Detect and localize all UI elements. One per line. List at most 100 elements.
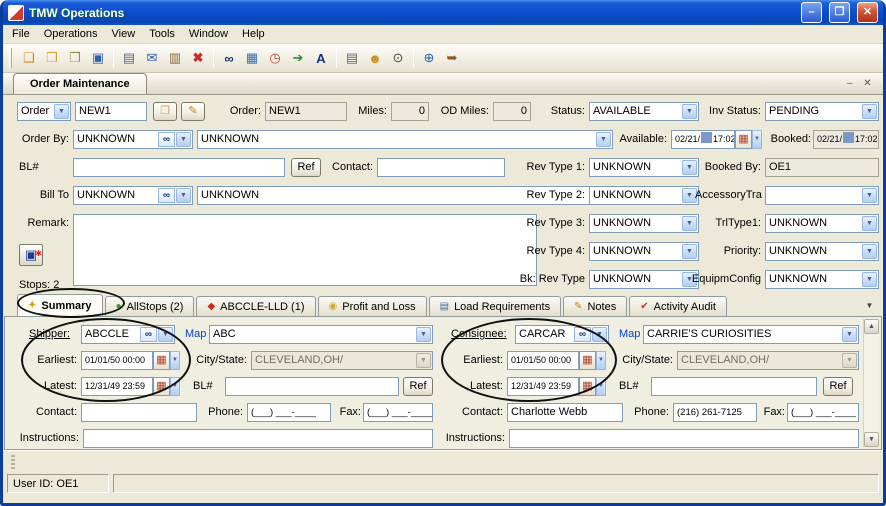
remark-warning-icon[interactable] (19, 244, 43, 266)
consignee-phone-input[interactable]: (216) 261-7125 (673, 403, 757, 422)
combo-arrow-icon[interactable] (862, 104, 877, 119)
combo-arrow-icon[interactable] (158, 327, 173, 342)
date-dropdown-icon[interactable] (170, 351, 180, 370)
bl-number-input[interactable] (73, 158, 285, 177)
font-icon[interactable]: A (310, 47, 332, 69)
tab-activity-audit[interactable]: Activity Audit (629, 296, 727, 316)
consignee-earliest-field[interactable]: 01/01/50 00:00 (507, 351, 579, 370)
combo-arrow-icon[interactable] (596, 132, 611, 147)
rev-type-3-select[interactable]: UNKNOWN (589, 214, 699, 233)
exit-icon[interactable]: ➥ (441, 47, 463, 69)
priority-select[interactable]: UNKNOWN (765, 242, 879, 261)
consignee-contact-input[interactable]: Charlotte Webb (507, 403, 623, 422)
bl-ref-button[interactable]: Ref (291, 158, 321, 177)
consignee-latest-field[interactable]: 12/31/49 23:59 (507, 377, 579, 396)
trl-type-1-select[interactable]: UNKNOWN (765, 214, 879, 233)
tab-load-requirements[interactable]: Load Requirements (429, 296, 561, 316)
consignee-fax-input[interactable]: (___) ___-____ (787, 403, 859, 422)
tab-order-maintenance[interactable]: Order Maintenance (13, 73, 147, 94)
combo-arrow-icon[interactable] (862, 272, 877, 287)
open-order-icon[interactable]: ❒ (41, 47, 63, 69)
shipper-map-label[interactable]: Map (185, 328, 211, 341)
shipper-contact-input[interactable] (81, 403, 197, 422)
available-date-field[interactable]: 02/21/17:02 (671, 130, 735, 149)
calendar-icon[interactable]: ▦ (241, 47, 263, 69)
printer-icon[interactable]: ▤ (341, 47, 363, 69)
rev-type-1-select[interactable]: UNKNOWN (589, 158, 699, 177)
date-dropdown-icon[interactable] (752, 130, 762, 149)
menu-window[interactable]: Window (182, 26, 235, 42)
combo-arrow-icon[interactable] (416, 327, 431, 342)
menu-help[interactable]: Help (235, 26, 272, 42)
consignee-label[interactable]: Consignee: (451, 328, 511, 341)
minimize-button[interactable] (801, 2, 822, 23)
driver-icon[interactable]: ☻ (364, 47, 386, 69)
inv-status-select[interactable]: PENDING (765, 102, 879, 121)
maximize-button[interactable] (829, 2, 850, 23)
combo-arrow-icon[interactable] (176, 132, 191, 147)
combo-arrow-icon[interactable] (862, 216, 877, 231)
find-icon[interactable]: ∞ (218, 47, 240, 69)
calendar-picker-icon[interactable] (579, 351, 596, 370)
date-dropdown-icon[interactable] (596, 351, 606, 370)
menu-file[interactable]: File (5, 26, 37, 42)
web-icon[interactable]: ⊕ (418, 47, 440, 69)
shipper-bl-input[interactable] (225, 377, 399, 396)
status-select[interactable]: AVAILABLE (589, 102, 699, 121)
shipper-phone-input[interactable]: (___) ___-____ (247, 403, 331, 422)
shipper-code-field[interactable]: ABCCLE (81, 325, 175, 344)
order-by-name-select[interactable]: UNKNOWN (197, 130, 613, 149)
order-edit-button[interactable]: ✎ (181, 102, 205, 121)
consignee-code-field[interactable]: CARCAR (515, 325, 609, 344)
copy-order-icon[interactable]: ❐ (64, 47, 86, 69)
order-number-input[interactable]: NEW1 (75, 102, 147, 121)
combo-arrow-icon[interactable] (862, 244, 877, 259)
consignee-instructions-input[interactable] (509, 429, 859, 448)
binoculars-icon[interactable] (140, 327, 157, 342)
combo-arrow-icon[interactable] (862, 188, 877, 203)
combo-arrow-icon[interactable] (842, 327, 857, 342)
dock-grip[interactable] (11, 455, 15, 469)
rev-type-4-select[interactable]: UNKNOWN (589, 242, 699, 261)
tab-overflow-button[interactable] (862, 299, 877, 313)
consignee-ref-button[interactable]: Ref (823, 377, 853, 396)
binoculars-icon[interactable] (158, 132, 175, 147)
zoom-icon[interactable]: ⊙ (387, 47, 409, 69)
delete-order-icon[interactable]: ✖ (187, 47, 209, 69)
date-dropdown-icon[interactable] (170, 377, 180, 396)
calendar-picker-icon[interactable] (153, 351, 170, 370)
rev-type-2-select[interactable]: UNKNOWN (589, 186, 699, 205)
tab-summary[interactable]: Summary (17, 294, 103, 316)
accessory-select[interactable] (765, 186, 879, 205)
shipper-label[interactable]: Shipper: (29, 328, 77, 341)
combo-arrow-icon[interactable] (54, 104, 69, 119)
combo-arrow-icon[interactable] (682, 104, 697, 119)
calendar-picker-icon[interactable] (579, 377, 596, 396)
shipper-instructions-input[interactable] (83, 429, 433, 448)
date-dropdown-icon[interactable] (596, 377, 606, 396)
panel-minimize-icon[interactable] (842, 77, 857, 92)
shipper-earliest-field[interactable]: 01/01/50 00:00 (81, 351, 153, 370)
tab-abccle-lld[interactable]: ABCCLE-LLD (1) (196, 296, 315, 316)
menu-view[interactable]: View (105, 26, 143, 42)
consignee-map-select[interactable]: CARRIE'S CURIOSITIES (643, 325, 859, 344)
remark-textarea[interactable] (73, 214, 537, 286)
scroll-down-icon[interactable] (864, 432, 879, 447)
order-detail-button[interactable]: ❒ (153, 102, 177, 121)
consignee-map-label[interactable]: Map (619, 328, 645, 341)
scroll-up-icon[interactable] (864, 319, 879, 334)
save-order-icon[interactable]: ▣ (87, 47, 109, 69)
shipper-fax-input[interactable]: (___) ___-____ (363, 403, 433, 422)
binoculars-icon[interactable] (158, 188, 175, 203)
tab-allstops[interactable]: AllStops (2) (105, 296, 195, 316)
consignee-bl-input[interactable] (651, 377, 817, 396)
new-order-icon[interactable]: ❏ (18, 47, 40, 69)
tab-notes[interactable]: Notes (563, 296, 627, 316)
shipper-latest-field[interactable]: 12/31/49 23:59 (81, 377, 153, 396)
bk-rev-type-select[interactable]: UNKNOWN (589, 270, 699, 289)
order-by-code-field[interactable]: UNKNOWN (73, 130, 193, 149)
journal-icon[interactable]: ▥ (164, 47, 186, 69)
close-button[interactable] (857, 2, 878, 23)
contact-input[interactable] (377, 158, 505, 177)
summary-scrollbar[interactable] (863, 319, 879, 447)
